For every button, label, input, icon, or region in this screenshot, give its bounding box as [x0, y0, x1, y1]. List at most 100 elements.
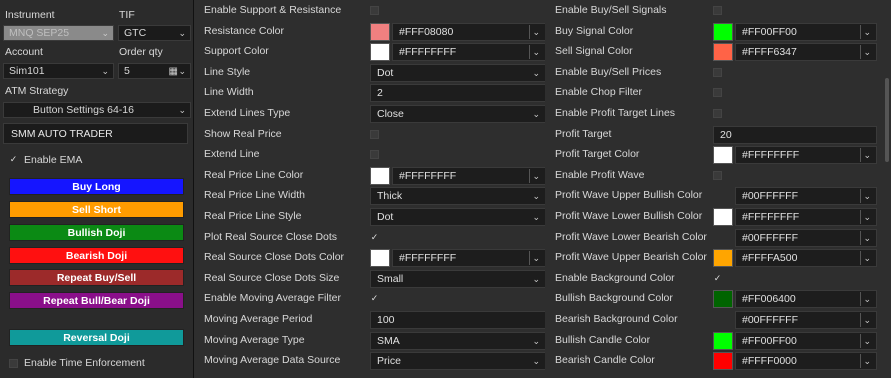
color-picker-field[interactable]: #FF00FF00 ⌄ [735, 331, 877, 350]
color-picker-field[interactable]: #FFFFFFFF ⌄ [735, 146, 877, 165]
setting-select[interactable]: Dot ⌄ [370, 63, 546, 82]
color-picker-field[interactable]: #FF006400 ⌄ [735, 290, 877, 309]
chevron-down-icon[interactable]: ⌄ [532, 168, 540, 184]
setting-checkbox[interactable] [370, 150, 379, 160]
setting-checkbox[interactable]: ✓ [370, 232, 379, 242]
vertical-scrollbar[interactable] [885, 78, 889, 162]
trader-control-panel: Instrument TIF MNQ SEP25 ⌄ GTC ⌄ Account… [0, 0, 194, 378]
setting-label: Support Color [204, 45, 269, 58]
color-swatch[interactable] [713, 352, 733, 371]
color-picker-field[interactable]: #00FFFFFF ⌄ [735, 311, 877, 329]
color-swatch[interactable] [713, 146, 733, 165]
color-swatch[interactable] [370, 43, 390, 62]
action-button-buy-long[interactable]: Buy Long [9, 178, 184, 195]
setting-row: Enable Chop Filter [545, 83, 891, 103]
setting-input[interactable]: 20 [713, 125, 877, 144]
chevron-down-icon[interactable]: ⌄ [863, 44, 871, 60]
color-swatch[interactable] [713, 43, 733, 62]
color-picker-field[interactable]: #FFF08080 ⌄ [392, 22, 546, 41]
chevron-down-icon[interactable]: ⌄ [532, 24, 540, 40]
setting-checkbox[interactable] [370, 129, 379, 139]
action-button-bullish-doji[interactable]: Bullish Doji [9, 224, 184, 241]
setting-label: Enable Support & Resistance [204, 4, 342, 16]
color-picker-field[interactable]: #FFFFFFFF ⌄ [392, 43, 546, 62]
color-swatch[interactable] [713, 249, 733, 268]
chevron-down-icon[interactable]: ⌄ [863, 188, 871, 204]
setting-label: Enable Background Color [555, 271, 675, 284]
chevron-down-icon[interactable]: ⌄ [863, 147, 871, 163]
color-picker-field[interactable]: #FFFFFFFF ⌄ [392, 249, 546, 268]
setting-row: Real Price Line Color #FFFFFFFF ⌄ [194, 166, 547, 186]
chevron-down-icon[interactable]: ⌄ [863, 291, 871, 307]
account-select[interactable]: Sim101 ⌄ [3, 63, 114, 79]
action-button-reversal-doji[interactable]: Reversal Doji [9, 329, 184, 346]
setting-label: Real Price Line Style [204, 210, 302, 222]
setting-checkbox[interactable] [370, 6, 379, 15]
setting-label: Enable Moving Average Filter [204, 292, 341, 305]
chevron-down-icon[interactable]: ⌄ [532, 250, 540, 266]
color-swatch[interactable] [370, 249, 390, 268]
action-button-repeat-buy-sell[interactable]: Repeat Buy/Sell [9, 269, 184, 286]
setting-checkbox[interactable]: ✓ [713, 273, 722, 283]
color-swatch[interactable] [713, 22, 733, 41]
setting-select[interactable]: Thick ⌄ [370, 187, 546, 206]
setting-value: SMA [377, 334, 400, 347]
order-qty-input[interactable]: 5 ▦ ⌄ [118, 63, 191, 79]
setting-select[interactable]: Small ⌄ [370, 269, 546, 288]
setting-label: Resistance Color [204, 24, 284, 37]
setting-checkbox[interactable] [713, 6, 722, 15]
enable-time-enforcement-label: Enable Time Enforcement [24, 357, 145, 369]
color-picker-field[interactable]: #FFFFA500 ⌄ [735, 249, 877, 268]
setting-row: Plot Real Source Close Dots ✓ [194, 228, 547, 248]
action-button-sell-short[interactable]: Sell Short [9, 201, 184, 218]
calculator-icon[interactable]: ▦ [169, 64, 178, 79]
setting-select[interactable]: Close ⌄ [370, 105, 546, 123]
color-swatch[interactable] [370, 22, 390, 41]
setting-select[interactable]: SMA ⌄ [370, 331, 546, 350]
setting-select[interactable]: Dot ⌄ [370, 208, 546, 226]
chevron-down-icon[interactable]: ⌄ [863, 209, 871, 225]
color-swatch[interactable] [713, 290, 733, 309]
color-picker-field[interactable]: #00FFFFFF ⌄ [735, 187, 877, 206]
setting-checkbox[interactable] [713, 88, 722, 98]
color-swatch[interactable] [713, 331, 733, 350]
chevron-down-icon[interactable]: ⌄ [863, 353, 871, 369]
instrument-select[interactable]: MNQ SEP25 ⌄ [3, 25, 114, 41]
chevron-down-icon[interactable]: ⌄ [863, 250, 871, 266]
chevron-down-icon[interactable]: ⌄ [863, 230, 871, 246]
color-swatch[interactable] [370, 166, 390, 185]
settings-column-2: Enable Buy/Sell Signals Buy Signal Color #… [545, 0, 891, 378]
setting-input[interactable]: 100 [370, 311, 546, 329]
setting-value: 20 [720, 128, 732, 141]
color-picker-field[interactable]: #00FFFFFF ⌄ [735, 228, 877, 247]
chevron-down-icon[interactable]: ⌄ [863, 333, 871, 349]
color-value: #FF006400 [742, 293, 796, 306]
color-picker-field[interactable]: #FFFF0000 ⌄ [735, 352, 877, 371]
setting-checkbox[interactable] [713, 67, 722, 77]
color-picker-field[interactable]: #FF00FF00 ⌄ [735, 22, 877, 41]
setting-select[interactable]: Price ⌄ [370, 352, 546, 371]
chevron-down-icon[interactable]: ⌄ [532, 44, 540, 60]
color-picker-field[interactable]: #FFFF6347 ⌄ [735, 43, 877, 62]
setting-checkbox[interactable]: ✓ [370, 294, 379, 303]
setting-row: Profit Wave Lower Bullish Color #FFFFFFFF… [545, 207, 891, 227]
setting-label: Profit Target Color [555, 148, 640, 161]
color-swatch[interactable] [713, 208, 733, 226]
color-picker-field[interactable]: #FFFFFFFF ⌄ [392, 166, 546, 185]
action-button-repeat-bull-bear-doji[interactable]: Repeat Bull/Bear Doji [9, 292, 184, 309]
enable-ema-checkbox[interactable]: ✓ [9, 155, 18, 164]
chevron-down-icon: ⌄ [532, 212, 540, 222]
chevron-down-icon[interactable]: ⌄ [863, 312, 871, 328]
enable-time-enforcement-checkbox[interactable] [9, 359, 18, 368]
atm-strategy-select[interactable]: Button Settings 64-16 ⌄ [3, 102, 191, 118]
setting-input[interactable]: 2 [370, 84, 546, 103]
action-button-bearish-doji[interactable]: Bearish Doji [9, 247, 184, 264]
setting-value: Close [377, 108, 404, 120]
setting-row: Moving Average Type SMA ⌄ [194, 331, 547, 351]
chevron-down-icon[interactable]: ⌄ [178, 64, 186, 79]
setting-checkbox[interactable] [713, 109, 722, 118]
tif-select[interactable]: GTC ⌄ [118, 25, 191, 41]
chevron-down-icon[interactable]: ⌄ [863, 24, 871, 40]
setting-checkbox[interactable] [713, 170, 722, 180]
color-picker-field[interactable]: #FFFFFFFF ⌄ [735, 208, 877, 226]
